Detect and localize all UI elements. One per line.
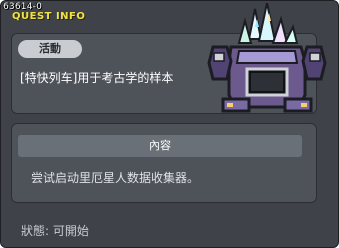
crystal-machine-icon [207, 3, 327, 113]
content-text: 尝试启动里厄星人数据收集器。 [31, 171, 200, 185]
quest-status: 狀態: 可開始 [21, 224, 89, 238]
quest-info-window: 63614-0 QUEST INFO 活動 [特快列车]用于考古学的样本 內容 … [0, 0, 339, 248]
quest-subject: [特快列车]用于考古学的样本 [20, 71, 174, 85]
content-header: 內容 [18, 135, 302, 157]
content-panel: 內容 [11, 123, 317, 203]
activity-badge: 活動 [18, 40, 82, 58]
quest-info-title: QUEST INFO [12, 11, 86, 22]
